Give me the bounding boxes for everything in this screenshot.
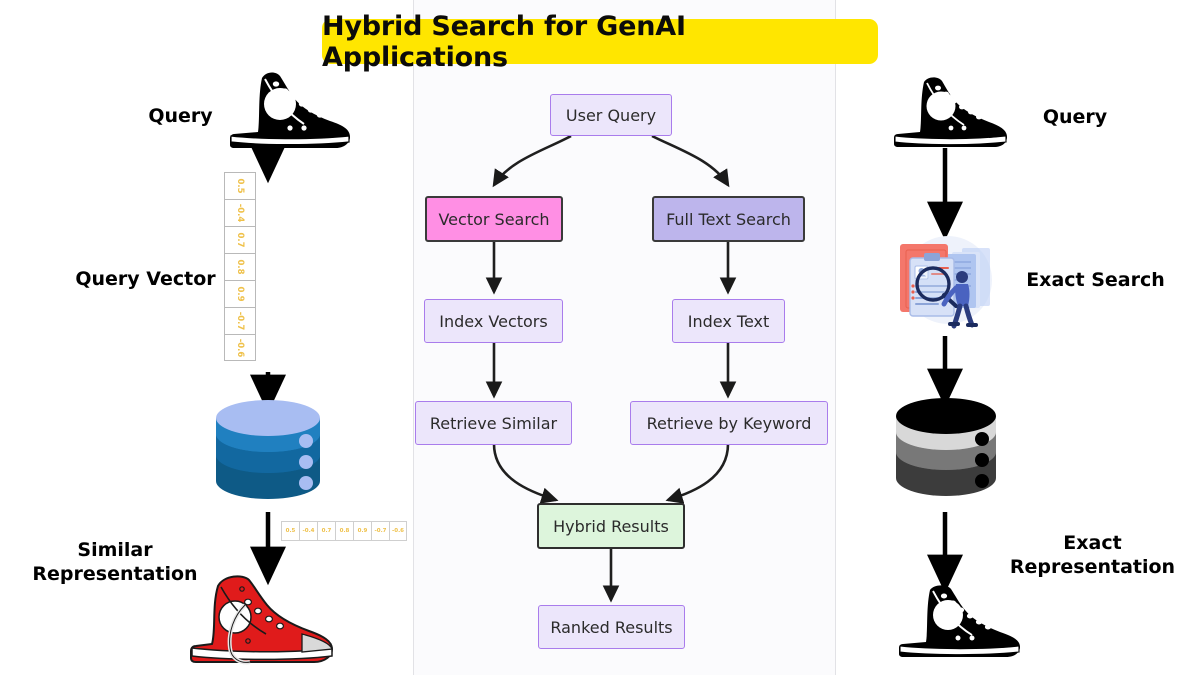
stored-vector-cell-value: 0.9 xyxy=(357,528,368,534)
query-vector-cell-value: 0.5 xyxy=(235,178,245,194)
left-result-shoe-icon xyxy=(182,572,342,668)
flow-node-user-query[interactable]: User Query xyxy=(550,94,672,136)
flow-node-label: Index Text xyxy=(687,311,770,331)
stored-vector-row: 0.5 -0.4 0.7 0.8 0.9 -0.7 -0.6 xyxy=(281,521,407,541)
page-title: Hybrid Search for GenAI Applications xyxy=(322,11,878,73)
flow-node-label: Ranked Results xyxy=(550,617,673,637)
stored-vector-cell-value: 0.8 xyxy=(339,528,350,534)
query-vector-cell-value: 0.8 xyxy=(235,259,245,275)
flow-node-label: Retrieve by Keyword xyxy=(646,413,812,433)
query-vector-cell: -0.6 xyxy=(224,334,256,361)
right-result-label: Exact Representation xyxy=(1009,532,1176,579)
stored-vector-cell-value: 0.5 xyxy=(285,528,296,534)
right-database-icon xyxy=(890,394,1002,506)
flow-node-label: User Query xyxy=(565,105,657,125)
flow-node-ranked-results[interactable]: Ranked Results xyxy=(538,605,685,649)
exact-search-illustration-icon xyxy=(888,228,1000,332)
query-vector-cell-value: 0.7 xyxy=(235,232,245,248)
flow-node-retrieve-by-keyword[interactable]: Retrieve by Keyword xyxy=(630,401,828,445)
right-query-shoe-icon xyxy=(884,72,1014,152)
stored-vector-cell: 0.9 xyxy=(353,521,371,541)
query-vector-column: 0.5 -0.4 0.7 0.8 0.9 -0.7 -0.6 xyxy=(224,172,256,361)
query-vector-cell-value: 0.9 xyxy=(235,286,245,302)
flow-node-label: Hybrid Results xyxy=(553,516,669,536)
panel-divider-left xyxy=(413,0,414,675)
flow-node-label: Retrieve Similar xyxy=(429,413,558,433)
right-query-label: Query xyxy=(1042,106,1108,128)
right-result-shoe-icon xyxy=(888,580,1028,662)
flow-node-full-text-search[interactable]: Full Text Search xyxy=(652,196,805,242)
stored-vector-cell: 0.5 xyxy=(281,521,299,541)
flow-node-retrieve-similar[interactable]: Retrieve Similar xyxy=(415,401,572,445)
right-search-label: Exact Search xyxy=(1026,269,1165,291)
flow-node-vector-search[interactable]: Vector Search xyxy=(425,196,563,242)
stored-vector-cell-value: -0.6 xyxy=(391,528,405,534)
stored-vector-cell-value: -0.7 xyxy=(374,528,387,534)
flow-node-label: Vector Search xyxy=(438,209,550,229)
query-vector-cell-value: -0.6 xyxy=(235,338,245,357)
stored-vector-cell-value: -0.4 xyxy=(302,528,315,534)
flow-node-hybrid-results[interactable]: Hybrid Results xyxy=(537,503,685,549)
stored-vector-cell: -0.7 xyxy=(371,521,389,541)
page-title-text: Hybrid Search for GenAI Applications xyxy=(322,10,686,73)
flow-node-label: Index Vectors xyxy=(439,311,548,331)
query-vector-cell: 0.5 xyxy=(224,172,256,199)
query-vector-cell: 0.7 xyxy=(224,226,256,253)
stored-vector-cell: -0.6 xyxy=(389,521,407,541)
stored-vector-cell: 0.8 xyxy=(335,521,353,541)
flow-node-index-vectors[interactable]: Index Vectors xyxy=(424,299,563,343)
left-query-shoe-icon xyxy=(218,66,358,154)
stored-vector-cell: 0.7 xyxy=(317,521,335,541)
query-vector-cell: -0.7 xyxy=(224,307,256,334)
panel-divider-right xyxy=(835,0,836,675)
flow-node-index-text[interactable]: Index Text xyxy=(672,299,785,343)
query-vector-cell: 0.8 xyxy=(224,253,256,280)
query-vector-cell: -0.4 xyxy=(224,199,256,226)
query-vector-cell-value: -0.4 xyxy=(235,203,245,223)
left-query-vector-label: Query Vector xyxy=(75,268,216,290)
flow-node-label: Full Text Search xyxy=(666,209,791,229)
query-vector-cell: 0.9 xyxy=(224,280,256,307)
query-vector-cell-value: -0.7 xyxy=(235,311,245,331)
stored-vector-cell-value: 0.7 xyxy=(321,528,332,534)
left-database-icon xyxy=(212,398,324,508)
stored-vector-cell: -0.4 xyxy=(299,521,317,541)
diagram-canvas: Hybrid Search for GenAI Applications Que… xyxy=(0,0,1200,675)
